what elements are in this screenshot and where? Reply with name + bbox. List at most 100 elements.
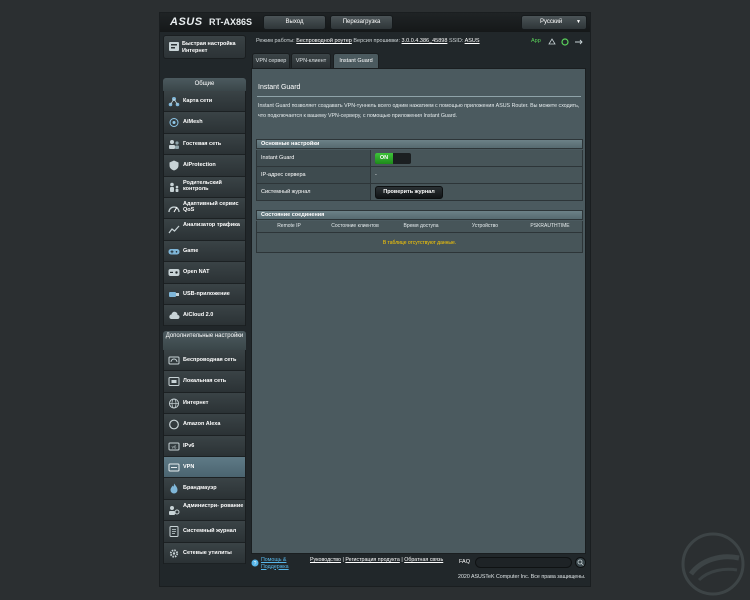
- server-ip-value: -: [375, 172, 377, 178]
- firmware-label: Версия прошивки:: [353, 38, 400, 44]
- advanced-menu: Беспроводная сеть Локальная сеть Интерне…: [163, 350, 246, 564]
- top-bar: ASUS RT-AX86S Выход Перезагрузка Русский…: [160, 13, 590, 32]
- faq-label: FAQ: [459, 559, 471, 565]
- sidebar-item-aicloud[interactable]: AiCloud 2.0: [164, 304, 245, 327]
- sidebar-item-vpn[interactable]: VPN: [164, 456, 245, 479]
- column-header: Устройство: [471, 223, 499, 229]
- system-log-row: Системный журнал Проверить журнал: [256, 184, 583, 201]
- link-separator: |: [342, 557, 344, 563]
- router-window: ASUS RT-AX86S Выход Перезагрузка Русский…: [160, 13, 590, 586]
- tab-vpn-client[interactable]: VPN-клиент: [291, 53, 331, 68]
- mode-value[interactable]: Беспроводной роутер: [296, 38, 352, 44]
- usb-icon: [169, 291, 179, 297]
- sidebar-item-traffic-analyzer[interactable]: Анализатор трафика: [164, 219, 245, 241]
- sidebar-item-label: Администри- рование: [183, 502, 244, 509]
- search-icon: [577, 559, 584, 566]
- sidebar-item-label: VPN: [183, 463, 195, 470]
- sidebar-item-adaptive-qos[interactable]: Адаптивный сервис QoS: [164, 197, 245, 220]
- sidebar-item-aiprotection[interactable]: AiProtection: [164, 155, 245, 177]
- sidebar-item-label: Беспроводная сеть: [183, 357, 237, 363]
- alexa-icon: [169, 419, 179, 430]
- manual-link[interactable]: Руководство: [310, 557, 341, 563]
- sidebar-item-label: AiCloud 2.0: [183, 311, 214, 318]
- link-separator: |: [401, 557, 403, 563]
- title-divider: [257, 96, 581, 97]
- sidebar-item-label: Брандмауэр: [183, 485, 217, 492]
- quick-setup-button[interactable]: Быстрая настройка Интернет: [163, 35, 246, 59]
- column-header: PSKRAUTHTIME: [530, 223, 570, 229]
- sidebar-item-administration[interactable]: Администри- рование: [164, 499, 245, 522]
- sidebar-item-parental-control[interactable]: Родительский контроль: [164, 176, 245, 198]
- page-description: Instant Guard позволяет создавать VPN-ту…: [258, 103, 580, 119]
- connection-status-header: Состояние соединения: [256, 210, 583, 220]
- guest-network-icon: [169, 139, 179, 149]
- faq-search-input[interactable]: [475, 557, 572, 568]
- instant-guard-label: Instant Guard: [257, 150, 371, 166]
- aiprotection-icon: [169, 160, 179, 171]
- sidebar-item-label: AiMesh: [183, 119, 203, 126]
- quick-setup-label: Быстрая настройка Интернет: [182, 41, 236, 54]
- sidebar-item-ipv6[interactable]: v6 IPv6: [164, 435, 245, 457]
- sidebar-item-label: Системный журнал: [183, 528, 237, 535]
- column-header: Состояние клиентов: [331, 223, 379, 229]
- aimesh-icon: [169, 118, 179, 128]
- check-log-button[interactable]: Проверить журнал: [375, 186, 443, 199]
- sidebar-item-label: Локальная сеть: [183, 378, 227, 385]
- sidebar-item-aimesh[interactable]: AiMesh: [164, 112, 245, 134]
- help-icon: ?: [251, 559, 259, 567]
- system-log-icon: [169, 526, 179, 538]
- copyright: 2020 ASUSTeK Computer Inc. Все права защ…: [458, 574, 586, 580]
- sidebar-item-game[interactable]: Game: [164, 240, 245, 263]
- ssid-value[interactable]: ASUS: [465, 38, 480, 44]
- server-ip-row: IP-адрес сервера -: [256, 167, 583, 184]
- tab-vpn-server[interactable]: VPN сервер: [252, 53, 290, 68]
- sidebar-item-firewall[interactable]: Брандмауэр: [164, 478, 245, 500]
- column-header: Время доступа: [403, 223, 439, 229]
- register-link[interactable]: Регистрация продукта: [345, 557, 400, 563]
- firmware-value[interactable]: 3.0.0.4.386_45898: [402, 38, 448, 44]
- sidebar-item-open-nat[interactable]: Open NAT: [164, 262, 245, 284]
- sidebar-item-internet[interactable]: Интернет: [164, 392, 245, 415]
- server-ip-label: IP-адрес сервера: [257, 167, 371, 183]
- aimesh-status-icon[interactable]: [561, 38, 569, 48]
- instant-guard-toggle[interactable]: ON: [375, 153, 411, 164]
- parental-control-icon: [170, 182, 179, 192]
- sidebar-item-label: Open NAT: [183, 269, 210, 276]
- sidebar-item-label: USB-приложение: [183, 290, 230, 297]
- usb-status-icon[interactable]: [574, 38, 583, 48]
- instant-guard-row: Instant Guard ON: [256, 150, 583, 167]
- page-title: Instant Guard: [258, 84, 301, 91]
- sidebar-item-wireless[interactable]: Беспроводная сеть: [164, 350, 245, 372]
- sidebar-item-label: Родительский контроль: [183, 179, 222, 193]
- reboot-button[interactable]: Перезагрузка: [330, 15, 393, 30]
- search-button[interactable]: [575, 557, 586, 568]
- general-section-title: Общие: [163, 78, 246, 91]
- help-support-link[interactable]: Помощь & Поддержка: [261, 557, 305, 570]
- feedback-link[interactable]: Обратная связь: [404, 557, 443, 563]
- lan-icon: [168, 377, 180, 387]
- sidebar-item-network-map[interactable]: Карта сети: [164, 91, 245, 113]
- sidebar-item-network-tools[interactable]: Сетевые утилиты: [164, 542, 245, 564]
- sidebar-item-label: Анализатор трафика: [183, 222, 240, 229]
- model-name: RT-AX86S: [209, 17, 253, 27]
- watermark-logo: [681, 532, 745, 596]
- sidebar-item-amazon-alexa[interactable]: Amazon Alexa: [164, 414, 245, 436]
- empty-table-message: В таблице отсутствуют данные.: [256, 233, 583, 253]
- app-label[interactable]: App: [531, 38, 541, 44]
- link-status-icon[interactable]: [548, 38, 556, 48]
- language-select[interactable]: Русский ▼: [521, 15, 587, 30]
- firewall-icon: [170, 483, 178, 494]
- sidebar-item-guest-network[interactable]: Гостевая сеть: [164, 133, 245, 156]
- sidebar-item-system-log[interactable]: Системный журнал: [164, 521, 245, 543]
- sidebar-item-label: Интернет: [183, 399, 209, 406]
- advanced-section-title: Дополнительные настройки: [163, 331, 246, 350]
- sidebar-item-usb-app[interactable]: USB-приложение: [164, 283, 245, 305]
- tab-instant-guard[interactable]: Instant Guard: [333, 53, 379, 68]
- svg-text:?: ?: [254, 561, 257, 567]
- network-map-icon: [168, 97, 180, 107]
- qos-icon: [168, 206, 180, 213]
- sidebar-item-lan[interactable]: Локальная сеть: [164, 371, 245, 393]
- ssid-label: SSID:: [448, 38, 464, 44]
- logout-button[interactable]: Выход: [263, 15, 326, 30]
- sidebar-item-label: Amazon Alexa: [183, 421, 221, 428]
